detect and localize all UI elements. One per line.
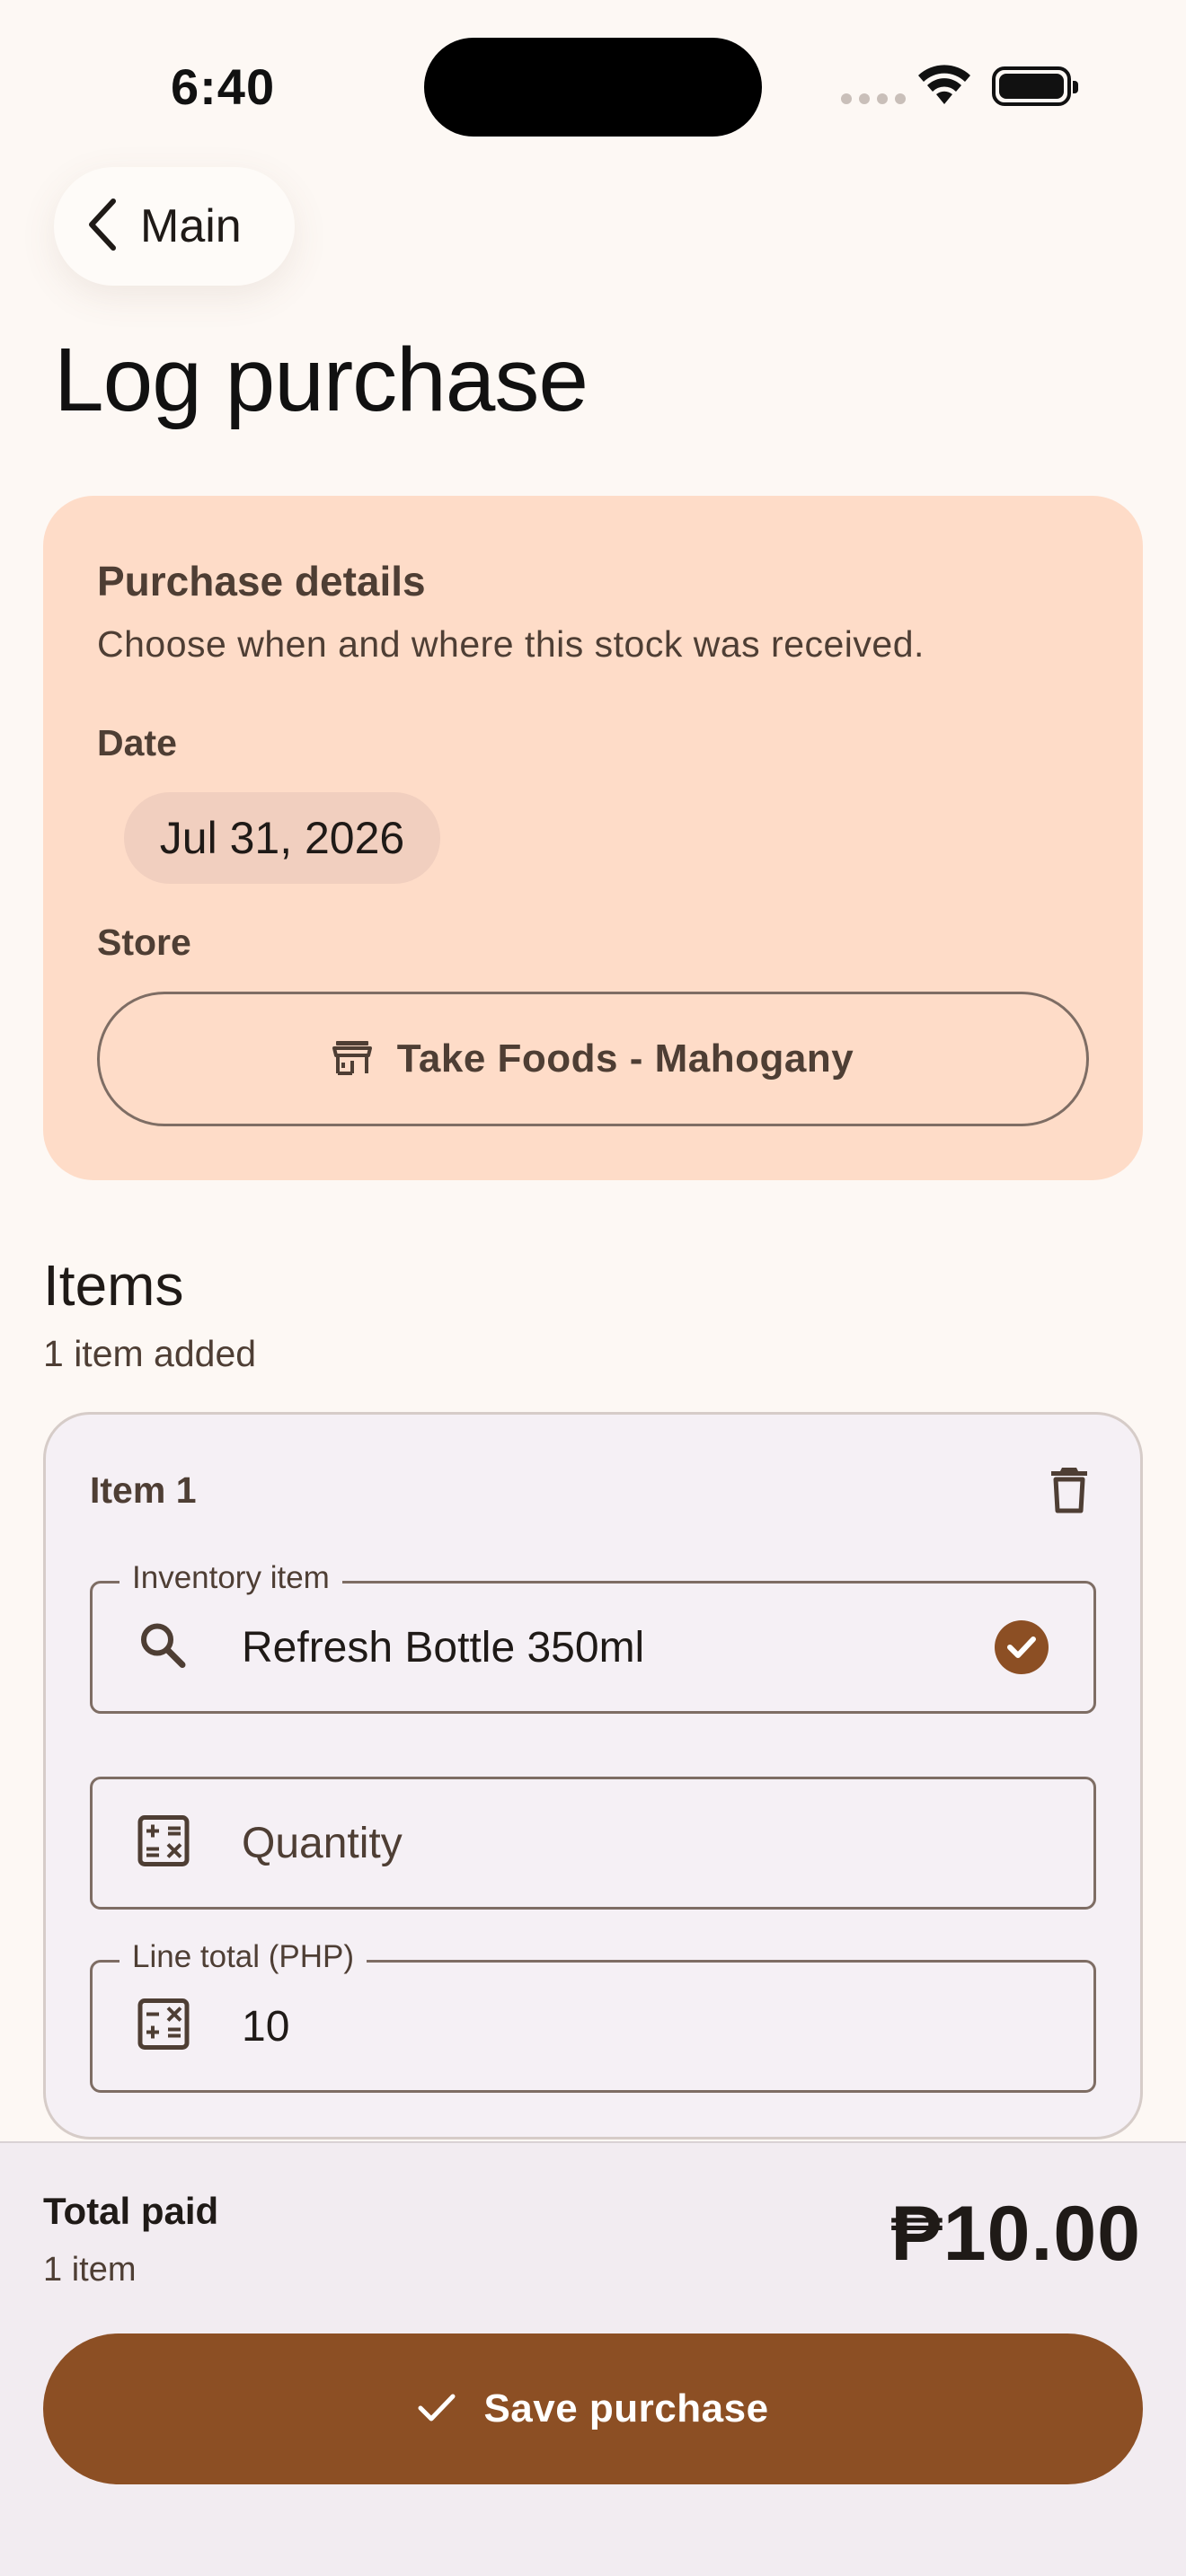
chevron-left-icon (84, 198, 120, 256)
line-total-legend: Line total (PHP) (119, 1939, 367, 1975)
cellular-signal-icon (841, 93, 906, 104)
page-title: Log purchase (54, 330, 589, 430)
inventory-item-field[interactable]: Inventory item Refresh Bottle 350ml (90, 1560, 1096, 1714)
trash-icon[interactable] (1046, 1464, 1093, 1519)
store-select-button[interactable]: Take Foods - Mahogany (97, 992, 1089, 1126)
save-purchase-button[interactable]: Save purchase (43, 2333, 1143, 2484)
quantity-field[interactable]: Quantity (90, 1777, 1096, 1910)
line-total-value: 10 (242, 2002, 290, 2051)
total-item-count: 1 item (43, 2251, 137, 2289)
battery-icon (992, 66, 1078, 106)
date-label: Date (97, 722, 177, 763)
purchase-details-title: Purchase details (97, 558, 426, 604)
check-icon (417, 2392, 456, 2427)
dynamic-island (424, 38, 762, 137)
save-purchase-label: Save purchase (483, 2386, 769, 2430)
items-title: Items (43, 1253, 184, 1318)
inventory-item-value: Refresh Bottle 350ml (242, 1623, 645, 1672)
status-time: 6:40 (171, 58, 276, 115)
back-label: Main (140, 200, 242, 252)
items-count: 1 item added (43, 1333, 257, 1374)
total-amount: ₱10.00 (890, 2191, 1141, 2277)
wifi-icon (916, 63, 972, 110)
store-icon (332, 1039, 372, 1080)
inventory-item-legend: Inventory item (119, 1560, 342, 1596)
total-paid-label: Total paid (43, 2190, 219, 2232)
back-button[interactable]: Main (54, 167, 295, 286)
calculator-icon (137, 1815, 190, 1872)
calculator-icon (137, 1998, 190, 2055)
purchase-details-subtitle: Choose when and where this stock was rec… (97, 623, 925, 665)
date-picker-chip[interactable]: Jul 31, 2026 (124, 792, 440, 884)
store-value: Take Foods - Mahogany (396, 1037, 854, 1081)
search-icon (137, 1620, 188, 1675)
item-title: Item 1 (90, 1469, 197, 1511)
check-circle-icon (995, 1620, 1049, 1674)
line-total-field[interactable]: Line total (PHP) 10 (90, 1939, 1096, 2093)
store-label: Store (97, 922, 191, 963)
quantity-placeholder: Quantity (242, 1819, 403, 1867)
